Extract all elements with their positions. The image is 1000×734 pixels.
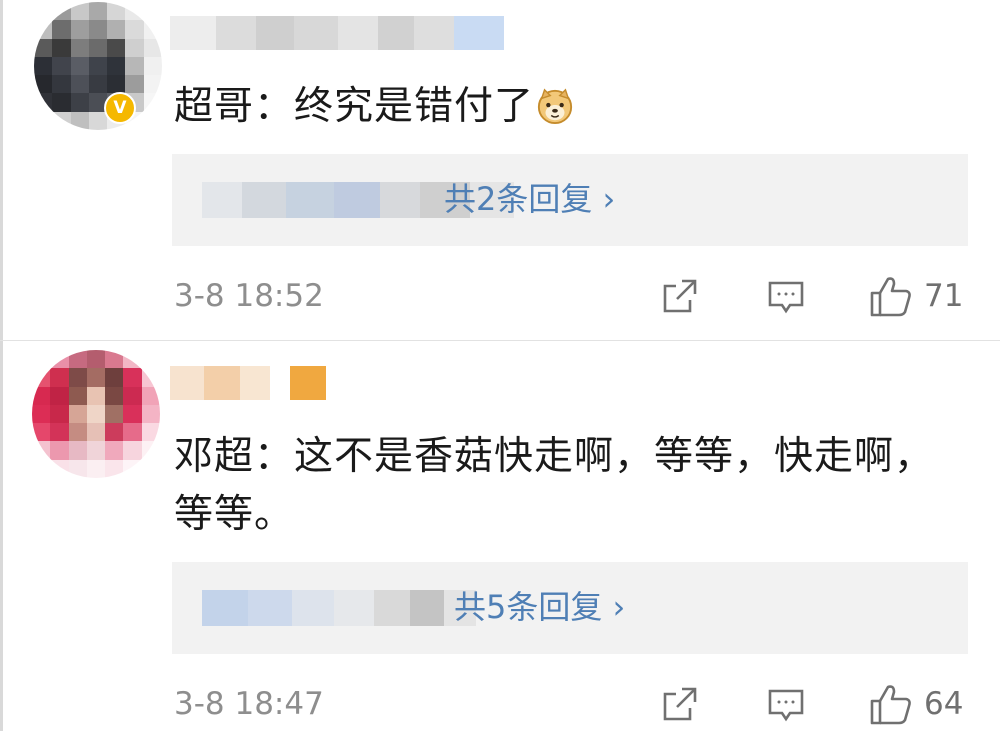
comment-text: 邓超：这不是香菇快走啊，等等，快走啊，等等。 [174, 428, 974, 544]
comment-separator: ： [254, 434, 295, 479]
reply-preview-blurred [202, 590, 476, 626]
comment-text: 超哥：终究是错付了 [174, 78, 974, 136]
comment-separator: ： [254, 84, 295, 129]
share-button[interactable] [660, 678, 700, 730]
share-button[interactable] [660, 270, 700, 322]
reply-preview[interactable]: 共2条回复 › [172, 154, 968, 246]
comment-author[interactable]: 邓超 [174, 434, 254, 479]
vip-badge-icon: V [104, 92, 136, 124]
reply-preview[interactable]: 共5条回复 › [172, 562, 968, 654]
comment-content: 终究是错付了 [294, 84, 535, 129]
avatar[interactable] [34, 2, 162, 130]
comment-icon [768, 689, 804, 722]
like-button[interactable]: 64 [868, 678, 963, 730]
username-blurred[interactable] [170, 16, 504, 50]
like-button[interactable]: 71 [868, 270, 963, 322]
like-count: 71 [924, 278, 964, 314]
timestamp: 3-8 18:47 [174, 686, 324, 722]
comment-icon [768, 281, 804, 314]
comment-item: 邓超：这不是香菇快走啊，等等，快走啊，等等。 共5条回复 › 3-8 18:47… [0, 340, 1000, 731]
comment-author[interactable]: 超哥 [174, 84, 254, 129]
comment-item: V 超哥：终究是错付了 共2条回复 › 3-8 18:52 71 [0, 0, 1000, 340]
timestamp: 3-8 18:52 [174, 278, 324, 314]
share-icon [663, 279, 697, 313]
view-replies-link[interactable]: 共2条回复 › [444, 174, 615, 224]
share-icon [663, 687, 697, 721]
thumbs-up-icon [870, 277, 911, 317]
doge-emoji-icon [537, 88, 573, 125]
view-replies-link[interactable]: 共5条回复 › [454, 582, 625, 632]
avatar[interactable] [32, 350, 160, 478]
like-count: 64 [924, 686, 964, 722]
comment-meta-row: 3-8 18:47 64 [0, 674, 1000, 734]
comment-meta-row: 3-8 18:52 71 [0, 266, 1000, 326]
username-blurred[interactable] [170, 366, 326, 400]
thumbs-up-icon [870, 685, 911, 725]
reply-button[interactable] [766, 270, 806, 322]
reply-button[interactable] [766, 678, 806, 730]
